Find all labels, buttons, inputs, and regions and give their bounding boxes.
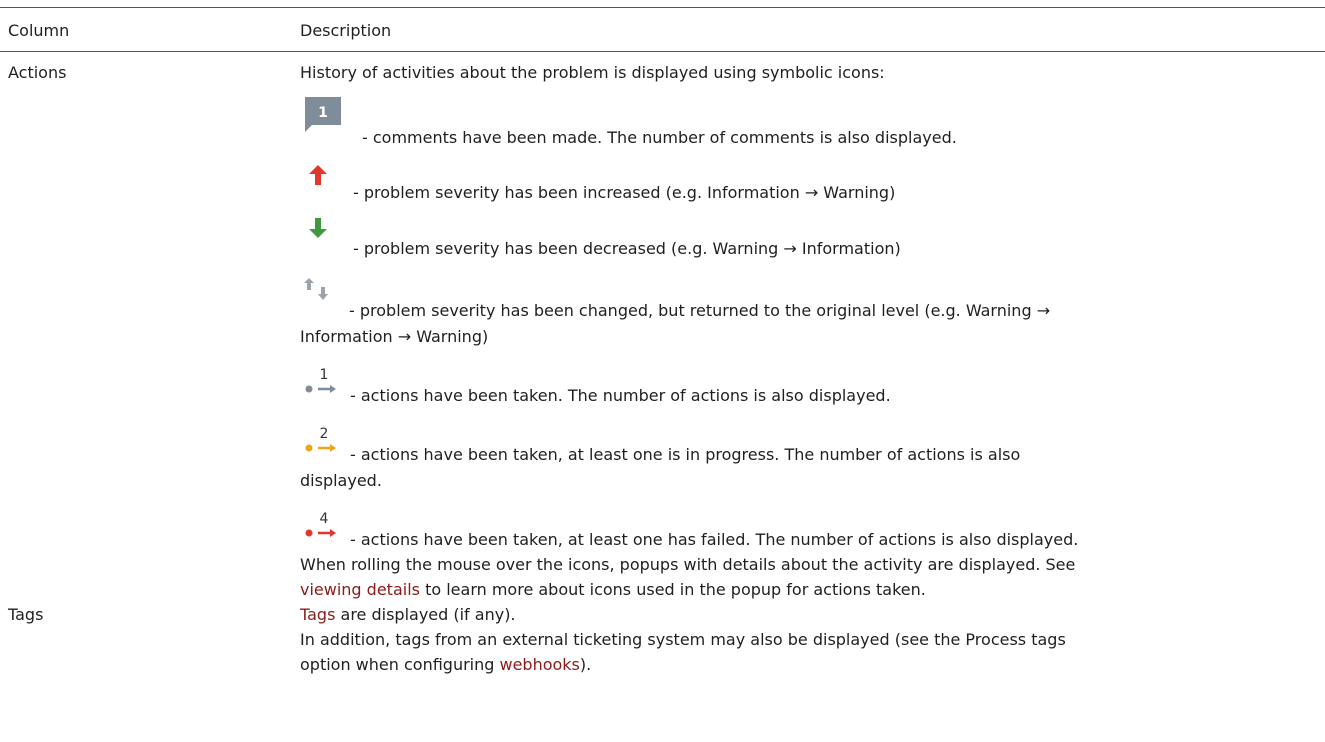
icon-desc-changed-cont: Information → Warning) bbox=[300, 327, 489, 346]
action-red-icon: 4 bbox=[304, 510, 340, 540]
arrow-down-icon bbox=[309, 218, 327, 238]
icon-desc-decreased: - problem severity has been decreased (e… bbox=[353, 239, 901, 258]
tags-line1-text: are displayed (if any). bbox=[335, 605, 516, 624]
tags-link[interactable]: Tags bbox=[300, 605, 335, 624]
actions-note-line2: viewing details to learn more about icon… bbox=[300, 579, 926, 601]
actions-intro: History of activities about the problem … bbox=[300, 63, 885, 82]
icon-desc-increased: - problem severity has been increased (e… bbox=[353, 183, 896, 202]
action-gray-count: 1 bbox=[320, 367, 329, 383]
row-actions-column: Actions bbox=[8, 63, 67, 82]
webhooks-link[interactable]: webhooks bbox=[499, 655, 579, 674]
icon-desc-changed: - problem severity has been changed, but… bbox=[349, 301, 1051, 320]
action-red-count: 4 bbox=[320, 511, 329, 527]
viewing-details-link[interactable]: viewing details bbox=[300, 580, 420, 599]
icon-desc-in-progress-cont: displayed. bbox=[300, 471, 382, 490]
header-column: Column bbox=[8, 21, 70, 40]
arrow-up-icon bbox=[309, 165, 327, 185]
comment-count-badge: 1 bbox=[318, 105, 328, 121]
action-orange-count: 2 bbox=[320, 426, 329, 442]
tags-line3-pre: option when configuring bbox=[300, 655, 500, 674]
icon-desc-actions-taken: - actions have been taken. The number of… bbox=[350, 386, 891, 405]
row-tags-column: Tags bbox=[8, 605, 44, 624]
documentation-table: Column Description Actions History of ac… bbox=[0, 0, 1325, 742]
header-divider bbox=[0, 51, 1325, 52]
comment-count-icon: 1 bbox=[305, 97, 341, 137]
action-gray-icon: 1 bbox=[304, 366, 340, 396]
icon-desc-comments: - comments have been made. The number of… bbox=[362, 128, 957, 147]
arrows-up-down-icon bbox=[304, 278, 330, 300]
action-orange-icon: 2 bbox=[304, 425, 340, 455]
actions-note-line2-text: to learn more about icons used in the po… bbox=[419, 580, 926, 599]
tags-line3: option when configuring webhooks). bbox=[300, 654, 591, 676]
tags-line3-post: ). bbox=[579, 655, 592, 674]
header-description: Description bbox=[300, 21, 392, 40]
icon-desc-failed: - actions have been taken, at least one … bbox=[350, 530, 1079, 549]
tags-line1: Tags are displayed (if any). bbox=[300, 604, 516, 626]
tags-line2: In addition, tags from an external ticke… bbox=[300, 630, 1066, 649]
actions-note-line1: When rolling the mouse over the icons, p… bbox=[300, 555, 1076, 574]
table-top-border bbox=[0, 7, 1325, 8]
icon-desc-in-progress: - actions have been taken, at least one … bbox=[350, 445, 1021, 464]
